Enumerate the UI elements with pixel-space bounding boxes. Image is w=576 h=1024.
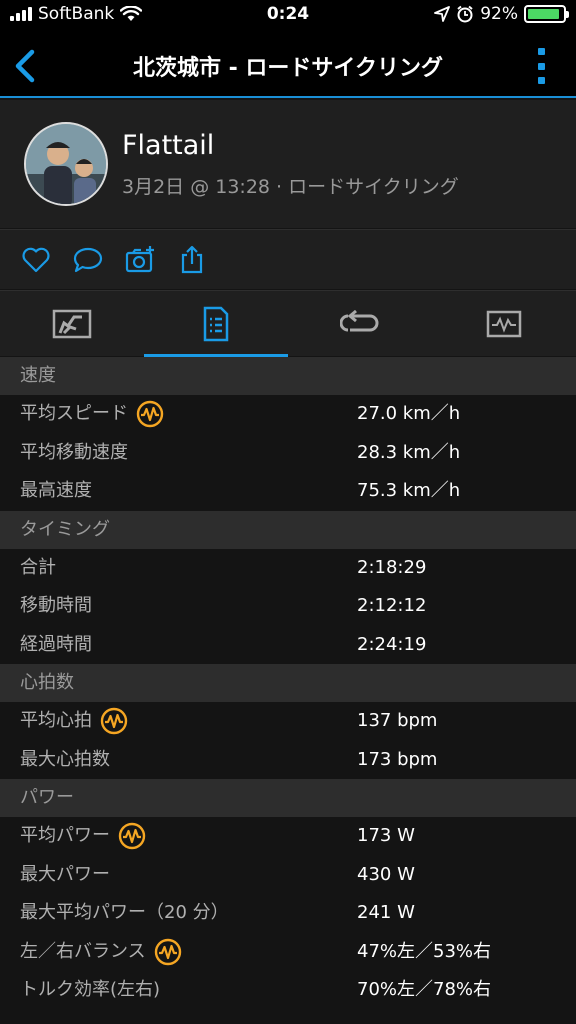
stat-row: 合計 2:18:29 (0, 548, 576, 587)
stat-value: 241 W (357, 902, 415, 923)
section-header: パワー (0, 779, 576, 817)
stat-value: 430 W (357, 863, 415, 885)
stat-label-text: 平均スピード (20, 403, 128, 424)
stat-label-text: 最高速度 (20, 480, 92, 501)
stat-row: 最大パワー 430 W (0, 855, 576, 894)
stat-label-text: 最大平均パワー（20 分） (20, 902, 229, 923)
tab-overview[interactable] (0, 291, 144, 357)
stat-label-text: 平均移動速度 (20, 441, 128, 463)
stats-list: 速度平均スピード 27.0 km／h 平均移動速度 28.3 km／h 最高速度 75.3… (0, 357, 576, 1010)
stat-label-text: トルク効率(左右) (20, 979, 161, 1000)
stat-value: 2:18:29 (357, 556, 427, 578)
stat-label-text: 左／右バランス (20, 940, 146, 962)
stat-label: 左／右バランス (20, 933, 182, 971)
stat-value: 2:12:12 (357, 595, 427, 616)
section-header: 速度 (0, 357, 576, 395)
battery-percent: 92% (480, 4, 518, 24)
stat-label: 最大心拍数 (20, 741, 110, 779)
stat-label: 最大パワー (20, 856, 110, 894)
stat-row: 経過時間 2:24:19 (0, 625, 576, 664)
location-icon (434, 6, 451, 22)
status-right: 92% (434, 4, 569, 24)
charts-icon (486, 310, 522, 338)
action-bar (0, 229, 576, 289)
page-title: 北茨城市 - ロードサイクリング (132, 56, 443, 81)
stat-label: 平均スピード (20, 395, 164, 433)
like-heart-icon[interactable] (20, 244, 52, 276)
stat-label: 最大平均パワー（20 分） (20, 894, 229, 932)
stat-row: 平均パワー 173 W (0, 817, 576, 856)
stat-label: 最高速度 (20, 472, 92, 510)
stat-value: 173 bpm (357, 748, 438, 770)
stat-value: 137 bpm (357, 710, 438, 731)
stat-row: 平均移動速度 28.3 km／h (0, 433, 576, 472)
stat-value: 27.0 km／h (357, 403, 461, 424)
stat-label-text: 最大心拍数 (20, 748, 110, 770)
more-menu-icon[interactable] (536, 48, 546, 84)
nav-bar: 北茨城市 - ロードサイクリング (0, 34, 576, 98)
stat-label-text: 合計 (20, 556, 56, 578)
back-chevron-icon[interactable] (8, 46, 44, 86)
stat-row: 最高速度 75.3 km／h (0, 472, 576, 511)
stat-label: 平均移動速度 (20, 434, 128, 472)
tab-charts[interactable] (432, 291, 576, 357)
stat-row: 平均心拍 137 bpm (0, 702, 576, 741)
laps-icon (340, 310, 379, 332)
stat-row: トルク効率(左右) 70%左／78%右 (0, 971, 576, 1010)
stat-label: 合計 (20, 549, 56, 587)
personal-record-badge-icon[interactable] (154, 938, 182, 966)
stat-value: 28.3 km／h (357, 441, 461, 463)
personal-record-badge-icon[interactable] (100, 707, 128, 735)
status-bar: SoftBank 0:24 92% (0, 0, 576, 34)
stat-label: 経過時間 (20, 626, 92, 664)
stat-label: トルク効率(左右) (20, 971, 160, 1009)
stat-row: 最大平均パワー（20 分） 241 W (0, 894, 576, 933)
tab-bar (0, 290, 576, 357)
stat-label: 移動時間 (20, 587, 92, 625)
section-header: 心拍数 (0, 664, 576, 702)
stat-row: 平均スピード 27.0 km／h (0, 395, 576, 434)
stat-label-text: 最大パワー (20, 863, 110, 885)
avatar[interactable] (24, 122, 108, 206)
stats-list-icon (203, 306, 229, 342)
tab-stats[interactable] (144, 291, 288, 357)
stat-row: 移動時間 2:12:12 (0, 587, 576, 626)
stat-label-text: 平均パワー (20, 825, 110, 846)
overview-icon (52, 309, 92, 339)
user-name[interactable]: Flattail (122, 130, 214, 161)
stat-value: 47%左／53%右 (357, 940, 492, 962)
add-photo-icon[interactable] (124, 244, 156, 276)
battery-icon (524, 5, 569, 23)
section-header: タイミング (0, 510, 576, 549)
stat-value: 173 W (357, 825, 415, 846)
stat-label-text: 移動時間 (20, 595, 92, 616)
tab-laps[interactable] (288, 291, 432, 357)
stat-value: 2:24:19 (357, 633, 427, 655)
personal-record-badge-icon[interactable] (136, 400, 164, 428)
stat-value: 70%左／78%右 (357, 979, 492, 1000)
activity-header: Flattail 3月2日 @ 13:28 · ロードサイクリング (0, 100, 576, 228)
alarm-icon (457, 5, 473, 23)
stat-label: 平均パワー (20, 817, 146, 855)
stat-row: 左／右バランス 47%左／53%右 (0, 932, 576, 971)
comment-icon[interactable] (72, 244, 104, 276)
personal-record-badge-icon[interactable] (118, 822, 146, 850)
share-icon[interactable] (176, 244, 208, 276)
stat-label: 平均心拍 (20, 702, 128, 740)
activity-subtitle: 3月2日 @ 13:28 · ロードサイクリング (122, 176, 459, 198)
stat-row: 最大心拍数 173 bpm (0, 740, 576, 779)
stat-label-text: 経過時間 (20, 633, 92, 655)
stat-label-text: 平均心拍 (20, 710, 92, 731)
stat-value: 75.3 km／h (357, 480, 461, 501)
